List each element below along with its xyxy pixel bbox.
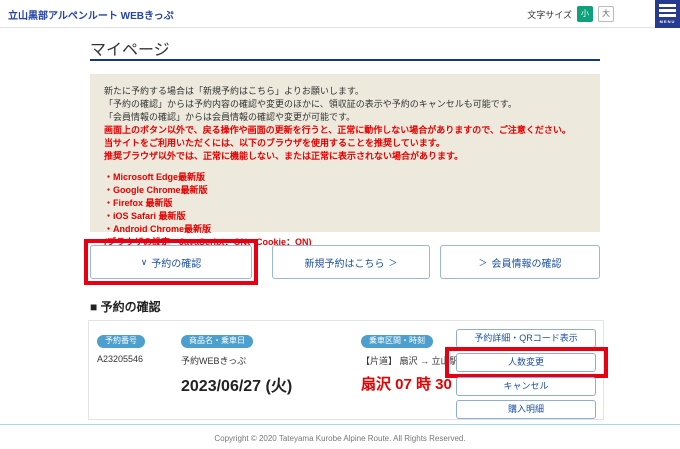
hamburger-icon: [659, 4, 676, 17]
new-reservation-button[interactable]: 新規予約はこちら ＞: [272, 245, 430, 279]
detail-qr-button[interactable]: 予約詳細・QRコード表示: [456, 329, 596, 348]
section-marker-icon: ■: [90, 300, 97, 314]
notice-line: 「予約の確認」からは予約内容の確認や変更のほかに、領収証の表示や予約のキャンセル…: [104, 98, 586, 111]
change-people-button[interactable]: 人数変更: [456, 353, 596, 372]
warning-line: 画面上のボタン以外で、戻る操作や画面の更新を行うと、正常に動作しない場合がありま…: [104, 124, 586, 137]
font-size-label: 文字サイズ: [527, 8, 572, 21]
new-reservation-label: 新規予約はこちら: [304, 255, 384, 270]
reservation-number-column: 予約番号 A23205546: [97, 330, 145, 364]
product-badge: 商品名・乗車日: [181, 335, 253, 348]
product-column: 商品名・乗車日 予約WEBきっぷ 2023/06/27 (火): [181, 330, 292, 396]
member-info-button[interactable]: ＞ 会員情報の確認: [440, 245, 600, 279]
footer: Copyright © 2020 Tateyama Kurobe Alpine …: [0, 424, 680, 449]
browser-item: ・Microsoft Edge最新版: [104, 171, 586, 184]
section-title-label: 予約の確認: [101, 300, 161, 314]
notice-box: 新たに予約する場合は「新規予約はこちら」よりお願いします。 「予約の確認」からは…: [90, 74, 600, 232]
browser-list: ・Microsoft Edge最新版 ・Google Chrome最新版 ・Fi…: [104, 171, 586, 249]
title-underline: [90, 59, 600, 61]
menu-label: MENU: [660, 19, 676, 24]
departure-time: 扇沢 07 時 30 分: [361, 373, 471, 394]
chevron-right-icon: ＞: [478, 256, 487, 269]
page-title: マイページ: [90, 36, 170, 60]
reservation-card: 予約番号 A23205546 商品名・乗車日 予約WEBきっぷ 2023/06/…: [88, 320, 604, 420]
route-badge: 乗車区間・時刻: [361, 335, 433, 348]
chevron-down-icon: ∨: [141, 257, 148, 268]
purchase-detail-button[interactable]: 購入明細: [456, 400, 596, 419]
browser-item: ・Android Chrome最新版: [104, 223, 586, 236]
reservation-check-label: 予約の確認: [151, 255, 201, 270]
copyright-text: Copyright © 2020 Tateyama Kurobe Alpine …: [0, 434, 680, 443]
member-info-label: 会員情報の確認: [492, 255, 562, 270]
route-column: 乗車区間・時刻 【片道】 扇沢 → 立山駅 扇沢 07 時 30 分: [361, 330, 471, 394]
product-name: 予約WEBきっぷ: [181, 354, 292, 367]
reservation-check-button[interactable]: ∨ 予約の確認: [90, 245, 252, 279]
browser-item: ・Firefox 最新版: [104, 197, 586, 210]
font-size-controls: 文字サイズ 小 大: [527, 6, 614, 22]
route-value: 【片道】 扇沢 → 立山駅: [361, 354, 471, 367]
font-size-small-button[interactable]: 小: [577, 6, 593, 22]
warning-line: 推奨ブラウザ以外では、正常に機能しない、または正常に表示されない場合があります。: [104, 150, 586, 163]
site-logo-link[interactable]: 立山黒部アルペンルート WEBきっぷ: [8, 7, 174, 22]
section-title: ■ 予約の確認: [90, 298, 161, 315]
cancel-button[interactable]: キャンセル: [456, 377, 596, 396]
chevron-right-icon: ＞: [388, 256, 397, 269]
warning-line: 当サイトをご利用いただくには、以下のブラウザを使用することを推奨しています。: [104, 137, 586, 150]
notice-line: 新たに予約する場合は「新規予約はこちら」よりお願いします。: [104, 85, 586, 98]
browser-item: ・Google Chrome最新版: [104, 184, 586, 197]
boarding-date: 2023/06/27 (火): [181, 372, 292, 396]
menu-button[interactable]: MENU: [655, 0, 680, 28]
header: 立山黒部アルペンルート WEBきっぷ 文字サイズ 小 大 MENU: [0, 0, 680, 28]
reservation-number-value: A23205546: [97, 354, 145, 364]
browser-item: ・iOS Safari 最新版: [104, 210, 586, 223]
notice-line: 「会員情報の確認」からは会員情報の確認や変更が可能です。: [104, 111, 586, 124]
font-size-large-button[interactable]: 大: [598, 6, 614, 22]
reservation-number-badge: 予約番号: [97, 335, 145, 348]
